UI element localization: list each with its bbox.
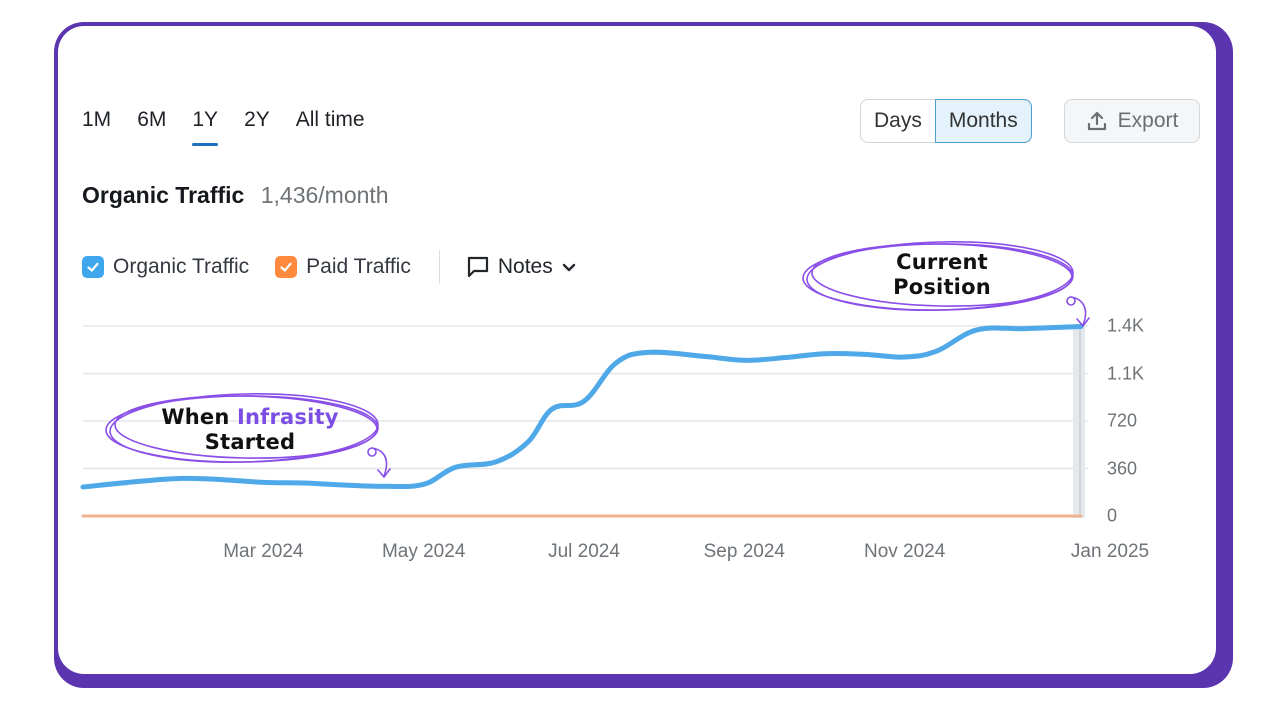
y-tick-label: 1.4K — [1107, 315, 1145, 336]
x-tick-label: Jul 2024 — [548, 541, 620, 562]
x-tick-label: Nov 2024 — [863, 541, 946, 562]
annotation-current-text: Current Position — [842, 250, 1042, 300]
x-tick-label: Jan 2025 — [1070, 541, 1150, 562]
x-tick-label: Mar 2024 — [223, 541, 304, 562]
traffic-chart — [80, 241, 1090, 518]
annotation-start-line2: Started — [204, 430, 296, 454]
hover-highlight-bar — [1073, 326, 1085, 518]
y-tick-label: 1.1K — [1107, 363, 1145, 383]
annotation-current-line1: Current — [896, 250, 988, 274]
y-tick-label: 360 — [1107, 458, 1138, 478]
annotation-brand-name: Infrasity — [236, 405, 339, 429]
annotation-current-line2: Position — [893, 275, 991, 299]
annotation-start-word: When — [161, 405, 237, 429]
annotation-start-arrow — [367, 447, 391, 479]
annotation-current-arrow — [1066, 296, 1090, 328]
y-tick-label: 0 — [1107, 505, 1118, 526]
annotation-start-text: When Infrasity Started — [150, 405, 350, 455]
x-tick-label: Sep 2024 — [703, 541, 785, 562]
x-tick-label: May 2024 — [381, 541, 466, 562]
y-tick-label: 720 — [1107, 410, 1138, 431]
